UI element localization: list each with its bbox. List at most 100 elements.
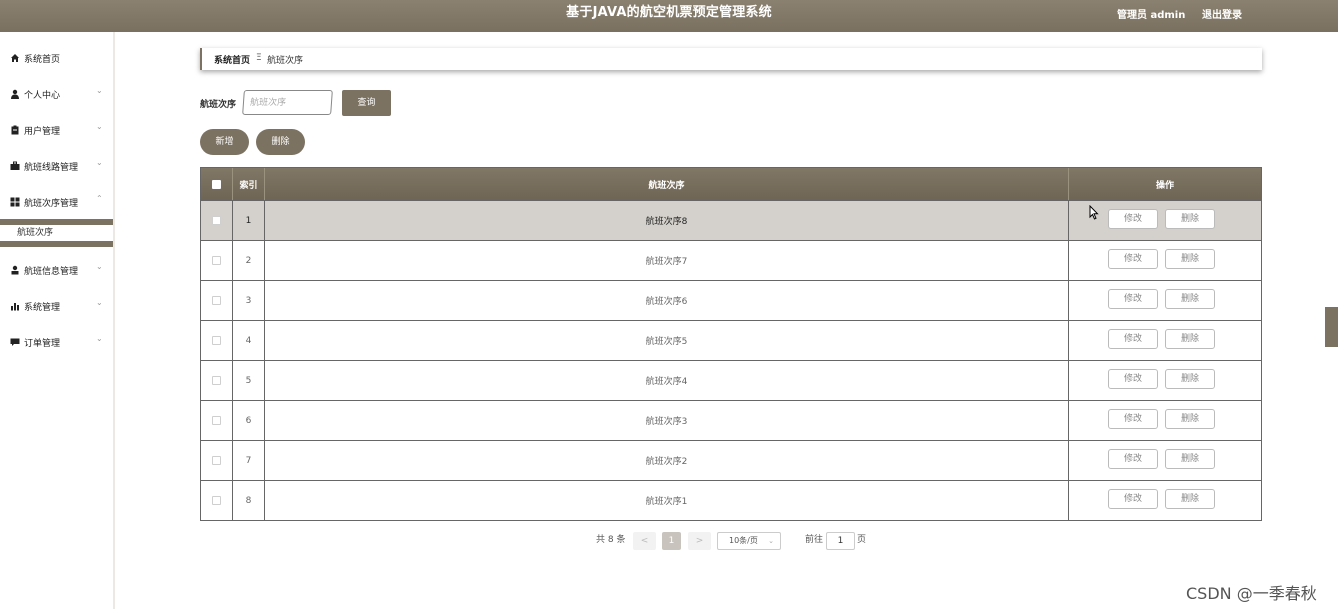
row-ops: 修改 删除 — [1069, 281, 1261, 320]
delete-button[interactable]: 删除 — [1165, 209, 1215, 229]
sidebar-item-label: 系统首页 — [24, 55, 61, 65]
next-page-button[interactable]: > — [688, 532, 711, 550]
delete-button[interactable]: 删除 — [1165, 249, 1215, 269]
delete-button[interactable]: 删除 — [1165, 329, 1215, 349]
row-checkbox[interactable] — [212, 416, 221, 425]
row-checkbox-cell — [201, 441, 233, 480]
sidebar-item-home[interactable]: 系统首页 — [0, 49, 113, 69]
search-button[interactable]: 查询 — [342, 90, 391, 116]
bar-chart-icon — [11, 303, 19, 311]
sidebar-item-label: 航班信息管理 — [24, 267, 79, 277]
sidebar-item-flight-info[interactable]: 航班信息管理 ⌄ — [0, 261, 113, 281]
sidebar-item-label: 订单管理 — [24, 339, 61, 349]
edit-button[interactable]: 修改 — [1108, 489, 1158, 509]
row-checkbox-cell — [201, 481, 233, 520]
row-checkbox-cell — [201, 401, 233, 440]
header-name: 航班次序 — [265, 168, 1069, 200]
sidebar-item-users[interactable]: 用户管理 ⌄ — [0, 121, 113, 141]
delete-button[interactable]: 删除 — [1165, 449, 1215, 469]
sidebar-item-label: 个人中心 — [24, 91, 61, 101]
row-name: 航班次序1 — [265, 481, 1069, 520]
current-user: 管理员 admin — [1117, 10, 1186, 21]
select-all-checkbox[interactable] — [212, 179, 221, 189]
row-name: 航班次序8 — [265, 201, 1069, 240]
table-row[interactable]: 5 航班次序4 修改 删除 — [201, 360, 1261, 400]
row-ops: 修改 删除 — [1069, 361, 1261, 400]
edit-button[interactable]: 修改 — [1108, 329, 1158, 349]
row-checkbox[interactable] — [212, 216, 221, 225]
top-bar: 基于JAVA的航空机票预定管理系统 管理员 admin 退出登录 — [0, 0, 1338, 32]
submenu-divider — [0, 219, 113, 225]
row-checkbox[interactable] — [212, 256, 221, 265]
edit-button[interactable]: 修改 — [1108, 449, 1158, 469]
table-row[interactable]: 8 航班次序1 修改 删除 — [201, 480, 1261, 520]
edit-button[interactable]: 修改 — [1108, 249, 1158, 269]
row-name: 航班次序5 — [265, 321, 1069, 360]
sidebar-item-system[interactable]: 系统管理 ⌄ — [0, 297, 113, 317]
page-suffix: 页 — [857, 535, 867, 545]
table-row[interactable]: 3 航班次序6 修改 删除 — [201, 280, 1261, 320]
prev-page-button[interactable]: < — [633, 532, 656, 550]
submenu-item-flight-order[interactable]: 航班次序 — [0, 226, 113, 240]
row-index: 2 — [233, 241, 265, 280]
row-ops: 修改 删除 — [1069, 401, 1261, 440]
delete-button[interactable]: 删除 — [1165, 489, 1215, 509]
delete-button[interactable]: 删除 — [1165, 409, 1215, 429]
table-header: 索引 航班次序 操作 — [201, 168, 1261, 200]
row-index: 8 — [233, 481, 265, 520]
goto-page-input[interactable]: 1 — [826, 532, 855, 550]
page-1-button[interactable]: 1 — [662, 532, 681, 550]
table-row[interactable]: 6 航班次序3 修改 删除 — [201, 400, 1261, 440]
home-icon — [11, 54, 19, 62]
user-icon — [11, 89, 19, 99]
mouse-cursor-icon — [1089, 205, 1099, 220]
delete-button[interactable]: 删除 — [1165, 289, 1215, 309]
row-checkbox-cell — [201, 361, 233, 400]
breadcrumb-home[interactable]: 系统首页 — [214, 53, 250, 66]
logout-link[interactable]: 退出登录 — [1202, 6, 1242, 21]
table-row[interactable]: 7 航班次序2 修改 删除 — [201, 440, 1261, 480]
edit-button[interactable]: 修改 — [1108, 289, 1158, 309]
add-button[interactable]: 新增 — [200, 129, 249, 155]
chevron-down-icon: ⌄ — [96, 298, 103, 307]
chevron-up-icon: ⌃ — [96, 194, 103, 203]
scrollbar-thumb[interactable] — [1325, 307, 1338, 347]
breadcrumb: 系统首页 Ξ 航班次序 — [200, 48, 1262, 70]
edit-button[interactable]: 修改 — [1108, 369, 1158, 389]
row-index: 4 — [233, 321, 265, 360]
search-label: 航班次序 — [200, 100, 237, 110]
row-index: 5 — [233, 361, 265, 400]
row-name: 航班次序2 — [265, 441, 1069, 480]
page-size-select[interactable]: 10条/页 ⌄ — [717, 532, 781, 550]
search-input[interactable] — [242, 90, 333, 115]
table-row[interactable]: 1 航班次序8 修改 删除 — [201, 200, 1261, 240]
table-body: 1 航班次序8 修改 删除 2 航班次序7 修改 删除 3 航班次序6 修改 删除 4 航班次序5 修改 删除… — [201, 200, 1261, 520]
header-checkbox-cell — [201, 168, 233, 200]
sidebar-item-flight-order[interactable]: 航班次序管理 ⌃ — [0, 193, 113, 213]
row-checkbox-cell — [201, 201, 233, 240]
sidebar-item-label: 航班次序管理 — [24, 199, 79, 209]
data-table: 索引 航班次序 操作 1 航班次序8 修改 删除 2 航班次序7 修改 删除 3 航班次序6 修改删… — [200, 167, 1262, 521]
batch-delete-button[interactable]: 删除 — [256, 129, 305, 155]
edit-button[interactable]: 修改 — [1108, 409, 1158, 429]
row-checkbox[interactable] — [212, 376, 221, 385]
edit-button[interactable]: 修改 — [1108, 209, 1158, 229]
table-row[interactable]: 2 航班次序7 修改 删除 — [201, 240, 1261, 280]
chevron-down-icon: ⌄ — [768, 537, 774, 545]
sidebar-item-routes[interactable]: 航班线路管理 ⌄ — [0, 157, 113, 177]
table-row[interactable]: 4 航班次序5 修改 删除 — [201, 320, 1261, 360]
row-checkbox[interactable] — [212, 296, 221, 305]
sidebar-item-orders[interactable]: 订单管理 ⌄ — [0, 333, 113, 353]
goto-label: 前往 — [805, 535, 824, 545]
row-checkbox-cell — [201, 241, 233, 280]
header-ops: 操作 — [1155, 180, 1174, 191]
row-ops: 修改 删除 — [1069, 321, 1261, 360]
row-checkbox[interactable] — [212, 456, 221, 465]
row-checkbox[interactable] — [212, 496, 221, 505]
chevron-down-icon: ⌄ — [96, 262, 103, 271]
delete-button[interactable]: 删除 — [1165, 369, 1215, 389]
sidebar-item-personal[interactable]: 个人中心 ⌄ — [0, 85, 113, 105]
row-ops: 修改 删除 — [1069, 241, 1261, 280]
row-checkbox[interactable] — [212, 336, 221, 345]
row-index: 6 — [233, 401, 265, 440]
